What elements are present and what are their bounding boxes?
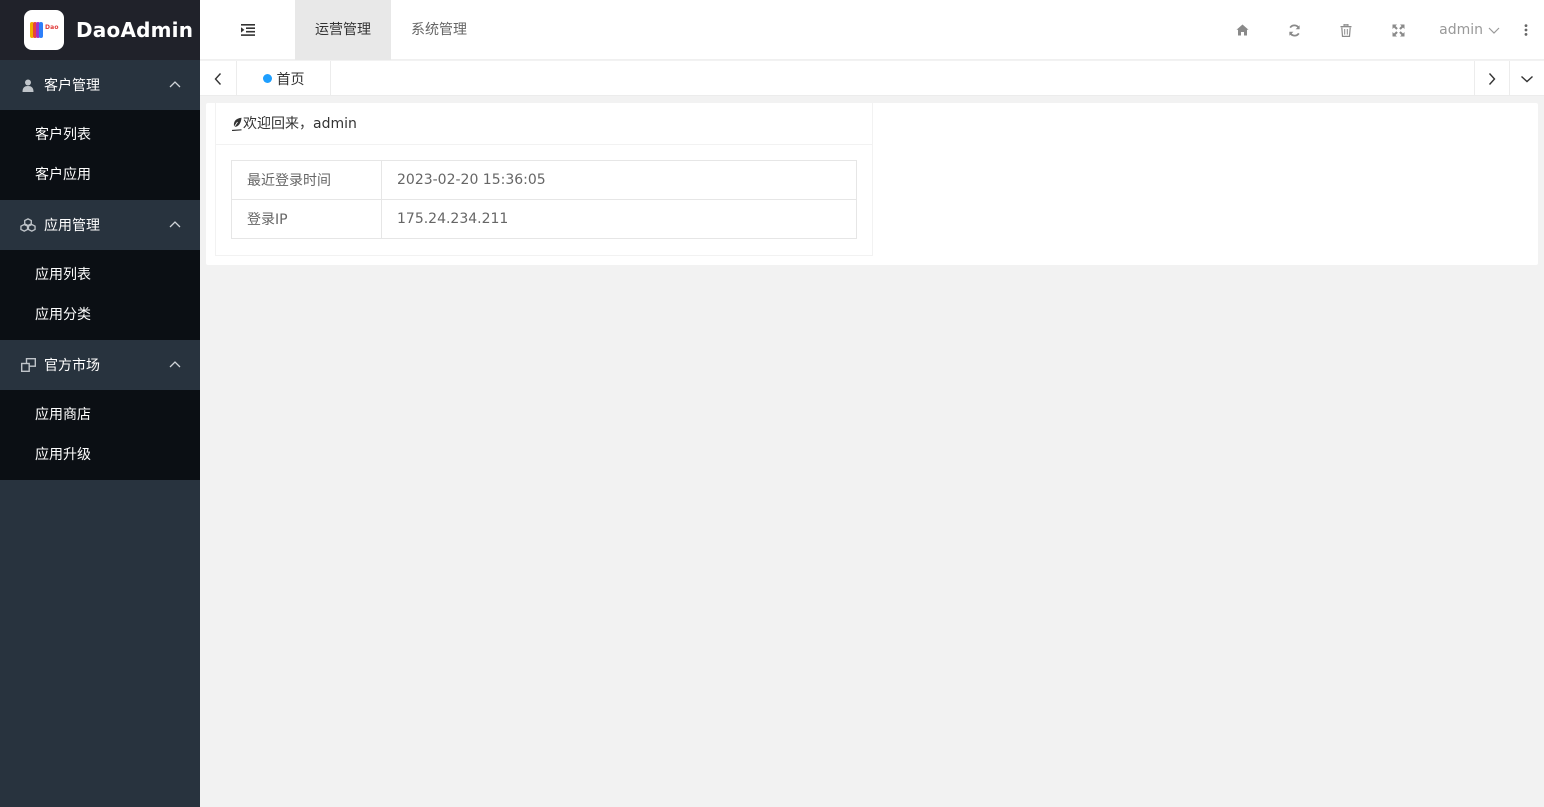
fullscreen-button[interactable] <box>1372 0 1424 60</box>
chevron-up-icon <box>169 361 181 368</box>
home-button[interactable] <box>1216 0 1268 60</box>
logo-image: Dao <box>24 10 64 50</box>
chevron-up-icon <box>169 221 181 228</box>
nav-group-label: 官方市场 <box>44 358 100 374</box>
logo-area[interactable]: Dao DaoAdmin <box>0 0 200 60</box>
sidebar-item-customer-list[interactable]: 客户列表 <box>0 115 200 155</box>
sidebar-item-app-list[interactable]: 应用列表 <box>0 255 200 295</box>
collapse-sidebar-button[interactable] <box>200 0 295 60</box>
app-root: Dao DaoAdmin 客户管理 客户列表 客户应用 应用管理 应用列表 应用… <box>0 0 1544 807</box>
page-tab-home[interactable]: 首页 <box>237 61 331 96</box>
trash-icon <box>1340 23 1352 37</box>
nav-submenu: 应用商店 应用升级 <box>0 390 200 480</box>
tab-operations[interactable]: 运营管理 <box>295 0 391 60</box>
clear-cache-button[interactable] <box>1320 0 1372 60</box>
more-vertical-icon <box>1524 24 1528 36</box>
refresh-icon <box>1288 23 1300 37</box>
indent-icon <box>240 24 255 36</box>
windows-icon <box>20 357 36 373</box>
user-icon <box>20 77 36 93</box>
fullscreen-icon <box>1392 24 1405 36</box>
app-title: DaoAdmin <box>76 18 194 42</box>
nav-group-apps: 应用管理 应用列表 应用分类 <box>0 200 200 340</box>
chevron-left-icon <box>214 72 222 85</box>
sidebar: Dao DaoAdmin 客户管理 客户列表 客户应用 应用管理 应用列表 应用… <box>0 0 200 807</box>
user-menu[interactable]: admin <box>1424 0 1508 60</box>
nav-group-head-market[interactable]: 官方市场 <box>0 340 200 390</box>
table-cell-value: 175.24.234.211 <box>381 199 857 239</box>
logo-bar <box>39 22 43 38</box>
chevron-up-icon <box>169 81 181 88</box>
nav-group-label: 客户管理 <box>44 78 100 94</box>
top-header: 运营管理 系统管理 admin <box>200 0 1544 60</box>
nav-submenu: 应用列表 应用分类 <box>0 250 200 340</box>
table-cell-key: 最近登录时间 <box>231 160 382 200</box>
more-menu-button[interactable] <box>1508 0 1544 60</box>
leaf-icon <box>231 117 242 131</box>
welcome-title: 欢迎回来，admin <box>243 115 357 132</box>
home-icon <box>1236 24 1249 36</box>
header-tools: admin <box>1216 0 1544 60</box>
welcome-card: 欢迎回来，admin 最近登录时间 2023-02-20 15:36:05 登录… <box>215 103 873 256</box>
chevron-down-icon <box>1488 27 1500 34</box>
active-tab-dot <box>262 74 272 83</box>
page-tab-label: 首页 <box>276 71 305 88</box>
sidebar-item-app-upgrade[interactable]: 应用升级 <box>0 435 200 475</box>
sidebar-item-app-store[interactable]: 应用商店 <box>0 395 200 435</box>
nav-group-market: 官方市场 应用商店 应用升级 <box>0 340 200 480</box>
welcome-card-header: 欢迎回来，admin <box>216 103 872 145</box>
nav-submenu: 客户列表 客户应用 <box>0 110 200 200</box>
welcome-card-body: 最近登录时间 2023-02-20 15:36:05 登录IP 175.24.2… <box>216 145 872 254</box>
page-tabs-bar: 首页 <box>200 61 1544 96</box>
tabs-scroll-right-button[interactable] <box>1474 61 1509 96</box>
table-cell-value: 2023-02-20 15:36:05 <box>381 160 857 200</box>
logo-text: Dao <box>45 24 59 31</box>
username: admin <box>1439 22 1483 38</box>
chevron-right-icon <box>1488 72 1496 85</box>
nav-group-head-apps[interactable]: 应用管理 <box>0 200 200 250</box>
nav-group-label: 应用管理 <box>44 218 100 234</box>
tabs-options-button[interactable] <box>1509 61 1544 96</box>
tab-system[interactable]: 系统管理 <box>391 0 487 60</box>
nav-group-customers: 客户管理 客户列表 客户应用 <box>0 60 200 200</box>
cubes-icon <box>20 217 36 233</box>
table-row: 最近登录时间 2023-02-20 15:36:05 <box>231 160 857 200</box>
chevron-down-icon <box>1521 75 1533 82</box>
main-content: 欢迎回来，admin 最近登录时间 2023-02-20 15:36:05 登录… <box>206 103 1538 265</box>
tabs-scroll-left-button[interactable] <box>200 61 237 96</box>
sidebar-item-customer-apps[interactable]: 客户应用 <box>0 155 200 195</box>
top-nav: 运营管理 系统管理 <box>295 0 487 60</box>
nav-group-head-customers[interactable]: 客户管理 <box>0 60 200 110</box>
refresh-button[interactable] <box>1268 0 1320 60</box>
sidebar-item-app-categories[interactable]: 应用分类 <box>0 295 200 335</box>
table-cell-key: 登录IP <box>231 199 382 239</box>
table-row: 登录IP 175.24.234.211 <box>231 199 857 239</box>
login-info-table: 最近登录时间 2023-02-20 15:36:05 登录IP 175.24.2… <box>231 160 857 239</box>
